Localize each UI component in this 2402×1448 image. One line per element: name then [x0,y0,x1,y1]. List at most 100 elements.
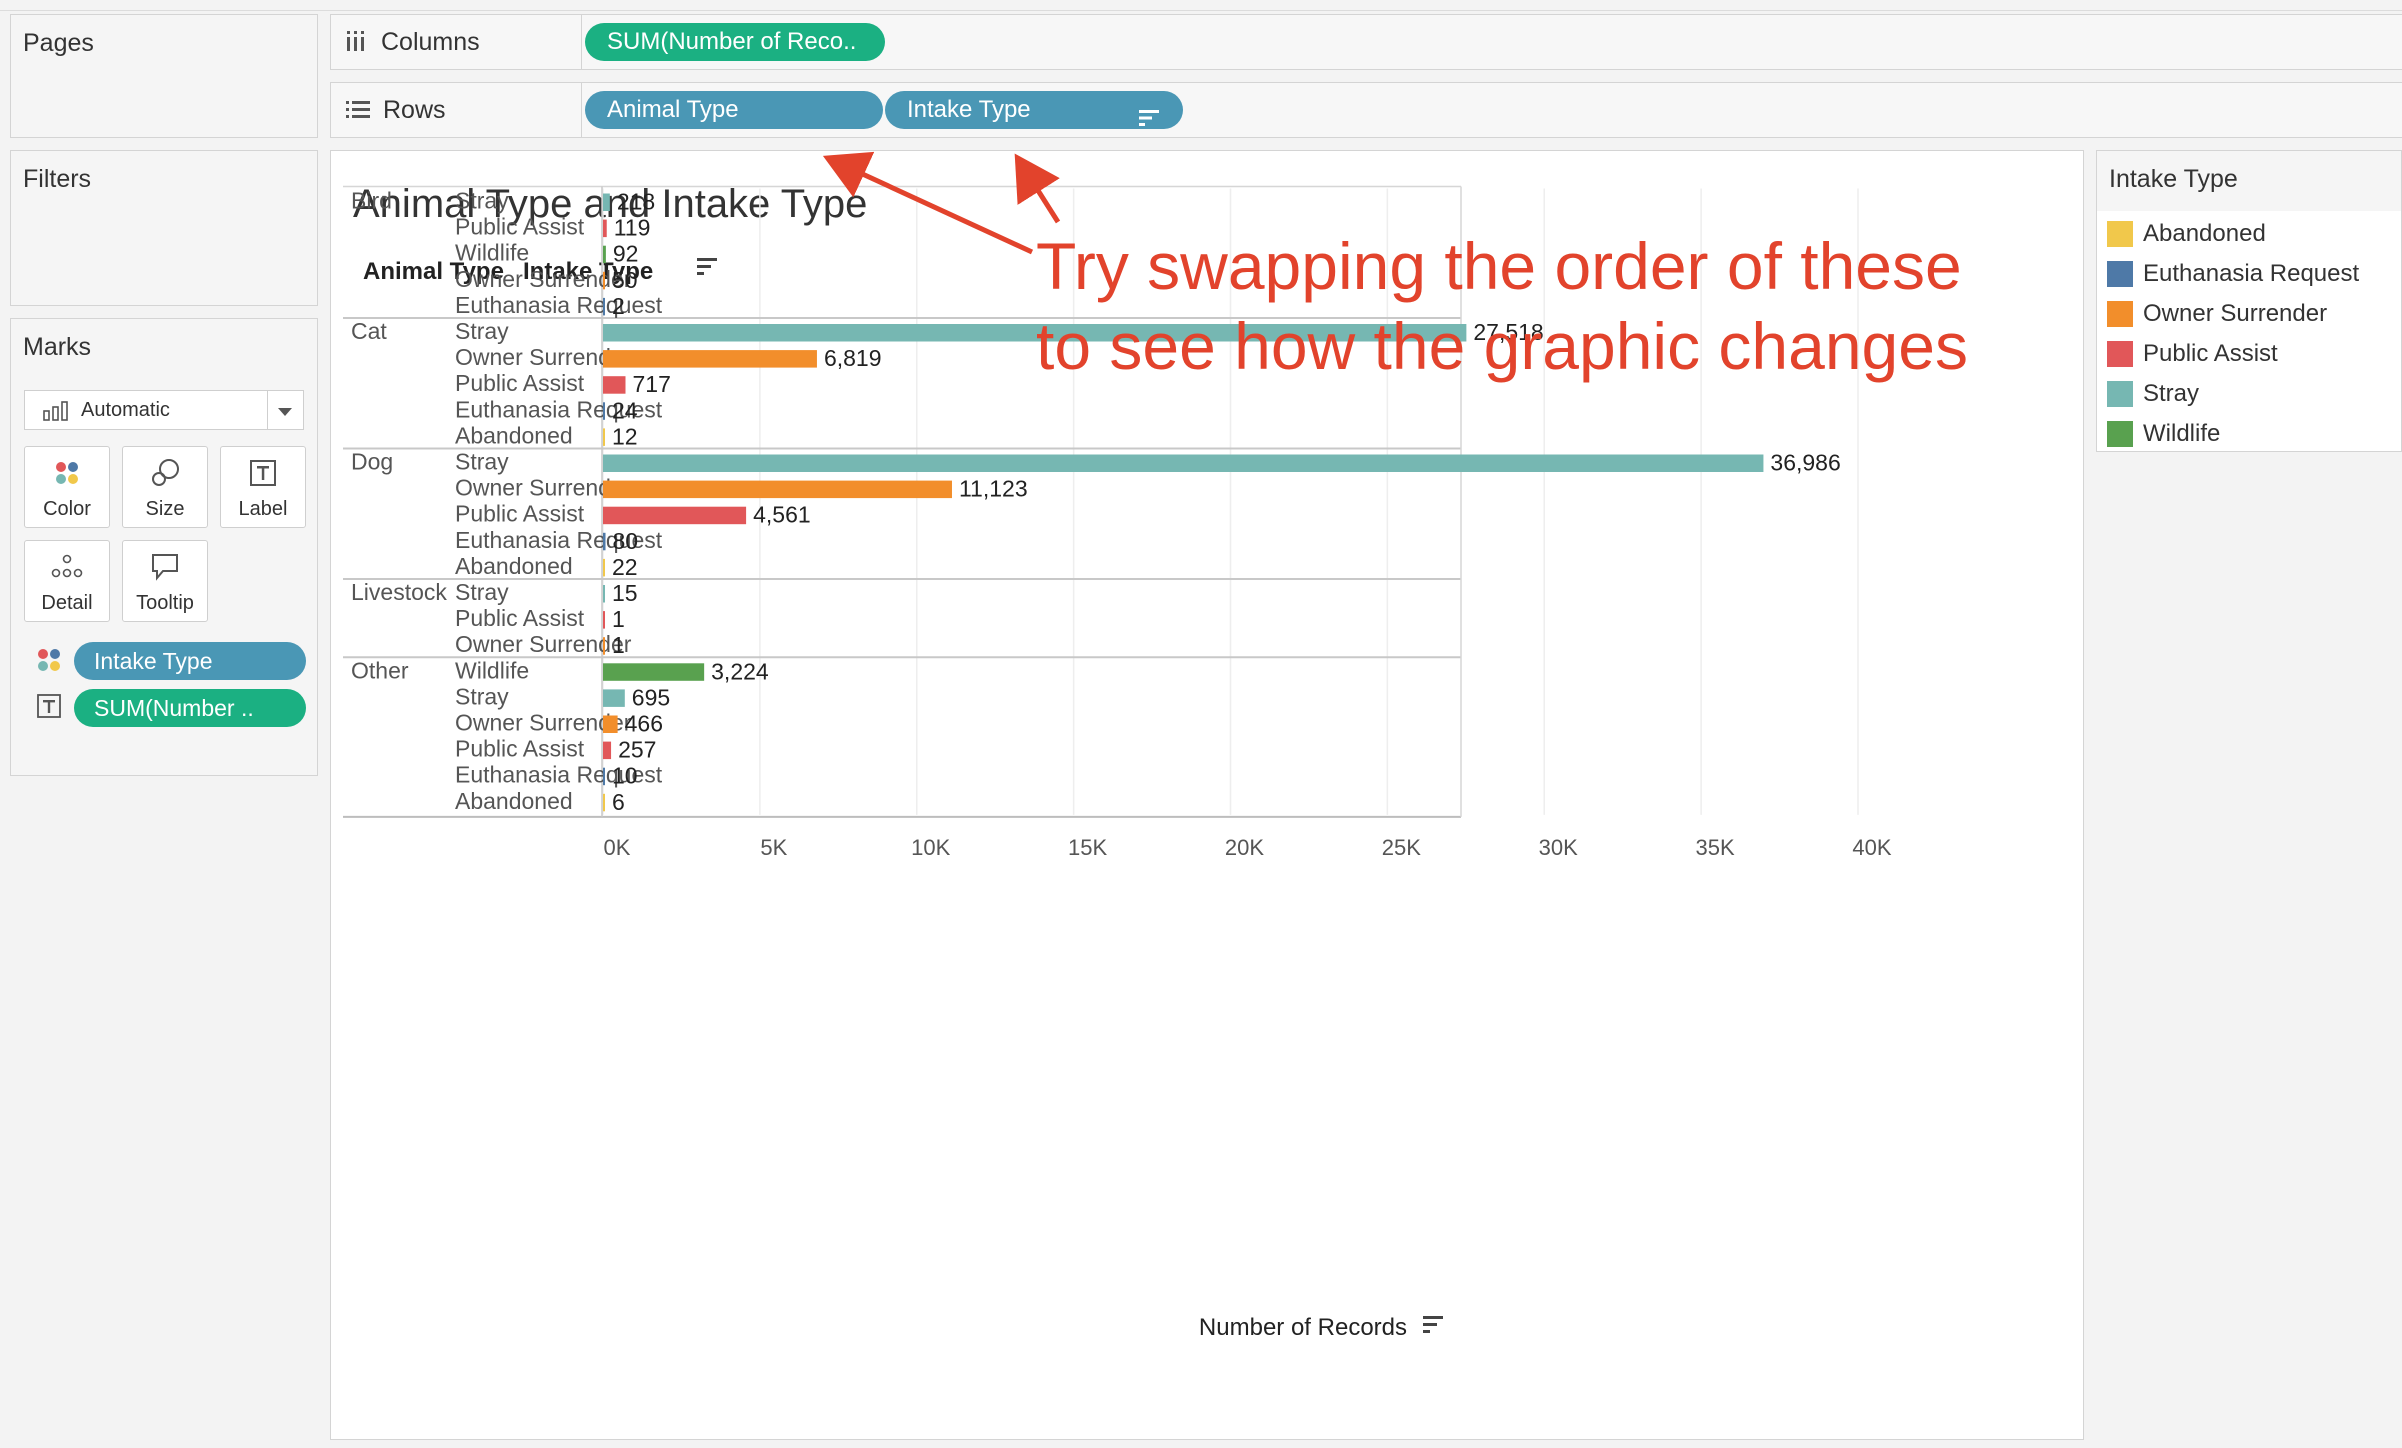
legend-item[interactable]: Stray [2097,375,2401,413]
row-group-label: Livestock [351,579,447,605]
x-tick-label: 35K [1696,835,1735,860]
rows-shelf[interactable]: Rows Animal Type Intake Type [330,82,2402,138]
x-axis-sort-icon[interactable] [1423,1316,1443,1333]
bar[interactable] [603,271,605,290]
legend-swatch [2107,341,2133,367]
columns-shelf[interactable]: Columns SUM(Number of Reco.. [330,14,2402,70]
legend-item[interactable]: Wildlife [2097,415,2401,453]
bar[interactable] [603,454,1764,473]
marks-label-pill-sum-records[interactable]: SUM(Number .. [74,689,306,727]
legend-label: Abandoned [2143,220,2266,247]
row-intake-label: Abandoned [455,788,573,814]
bar-value-label: 22 [612,554,638,580]
rows-pill-intake-type-label: Intake Type [907,96,1031,123]
mark-type-dropdown[interactable]: Automatic [24,390,304,430]
pages-panel[interactable]: Pages [10,14,318,138]
row-intake-label: Public Assist [455,214,585,240]
bar-value-label: 3,224 [711,658,769,684]
legend-panel[interactable]: Intake Type Abandoned Euthanasia Request O… [2096,150,2402,452]
legend-swatch [2107,381,2133,407]
bar[interactable] [603,637,605,655]
columns-pill-sum-records[interactable]: SUM(Number of Reco.. [585,23,885,61]
legend-swatch [2107,421,2133,447]
bar-value-label: 12 [612,423,638,449]
color-card-label: Color [43,498,91,520]
row-intake-label: Public Assist [455,605,585,631]
bar[interactable] [603,689,625,707]
legend-swatch [2107,301,2133,327]
legend-swatch [2107,221,2133,247]
x-tick-label: 15K [1068,835,1107,860]
text-label-icon [221,457,305,489]
detail-card[interactable]: Detail [24,540,110,622]
filters-panel[interactable]: Filters [10,150,318,306]
bar[interactable] [603,219,607,238]
x-tick-label: 40K [1852,835,1891,860]
legend-label: Public Assist [2143,340,2278,367]
legend-item[interactable]: Abandoned [2097,215,2401,253]
bar[interactable] [603,558,605,577]
row-intake-label: Public Assist [455,501,585,527]
row-group-label: Cat [351,318,387,344]
x-axis-title: Number of Records [1199,1314,1407,1341]
bar[interactable] [603,585,605,603]
row-intake-label: Owner Surrender [455,631,632,657]
bar[interactable] [603,428,605,446]
row-intake-label: Stray [455,683,509,709]
row-intake-label: Stray [455,318,509,344]
tooltip-card[interactable]: Tooltip [122,540,208,622]
bar-value-label: 15 [612,580,638,606]
bar-value-label: 36,986 [1770,450,1840,476]
bar[interactable] [603,741,612,760]
bar-value-label: 257 [618,737,656,763]
bar-value-label: 6 [612,789,625,815]
bar[interactable] [603,793,605,812]
bar-value-label: 10 [612,763,638,789]
legend-item[interactable]: Owner Surrender [2097,295,2401,333]
bar[interactable] [603,350,817,368]
row-intake-label: Public Assist [455,736,585,762]
x-tick-label: 20K [1225,835,1264,860]
bar-value-label: 1 [612,606,625,632]
size-card[interactable]: Size [122,446,208,528]
bar-value-label: 119 [614,215,651,241]
rows-pill-intake-type[interactable]: Intake Type [885,91,1183,129]
legend-label: Wildlife [2143,420,2221,447]
label-card[interactable]: Label [220,446,306,528]
row-intake-label: Stray [455,449,509,475]
bar[interactable] [603,245,606,264]
bar[interactable] [603,715,618,734]
bar[interactable] [603,663,705,681]
bar-value-label: 6,819 [824,345,882,371]
bar[interactable] [603,376,626,394]
bar[interactable] [603,611,605,629]
label-card-label: Label [238,498,288,520]
x-tick-label: 5K [760,835,787,860]
bar[interactable] [603,532,606,551]
color-card[interactable]: Color [24,446,110,528]
bar[interactable] [603,767,605,786]
x-tick-label: 0K [604,835,631,860]
legend-item[interactable]: Public Assist [2097,335,2401,373]
columns-icon [345,29,367,53]
marks-color-pill-intake-type[interactable]: Intake Type [74,642,306,680]
filters-title: Filters [23,165,92,193]
bar-value-label: 218 [617,189,655,215]
chart-title: Animal Type and Intake Type [353,182,867,226]
color-field-icon [35,646,63,674]
bar-value-label: 2 [612,293,625,319]
bar-value-label: 4,561 [753,502,811,528]
row-intake-label: Stray [455,579,509,605]
rows-pill-animal-type[interactable]: Animal Type [585,91,883,129]
bar[interactable] [603,193,610,212]
sort-descending-icon[interactable] [697,258,717,275]
legend-label: Stray [2143,380,2200,407]
bar[interactable] [603,402,605,420]
bar[interactable] [603,297,605,316]
bar[interactable] [603,506,747,525]
bar-value-label: 50 [612,267,638,293]
tooltip-icon [123,551,207,583]
color-icon [25,457,109,489]
bar[interactable] [603,480,952,499]
legend-item[interactable]: Euthanasia Request [2097,255,2401,293]
